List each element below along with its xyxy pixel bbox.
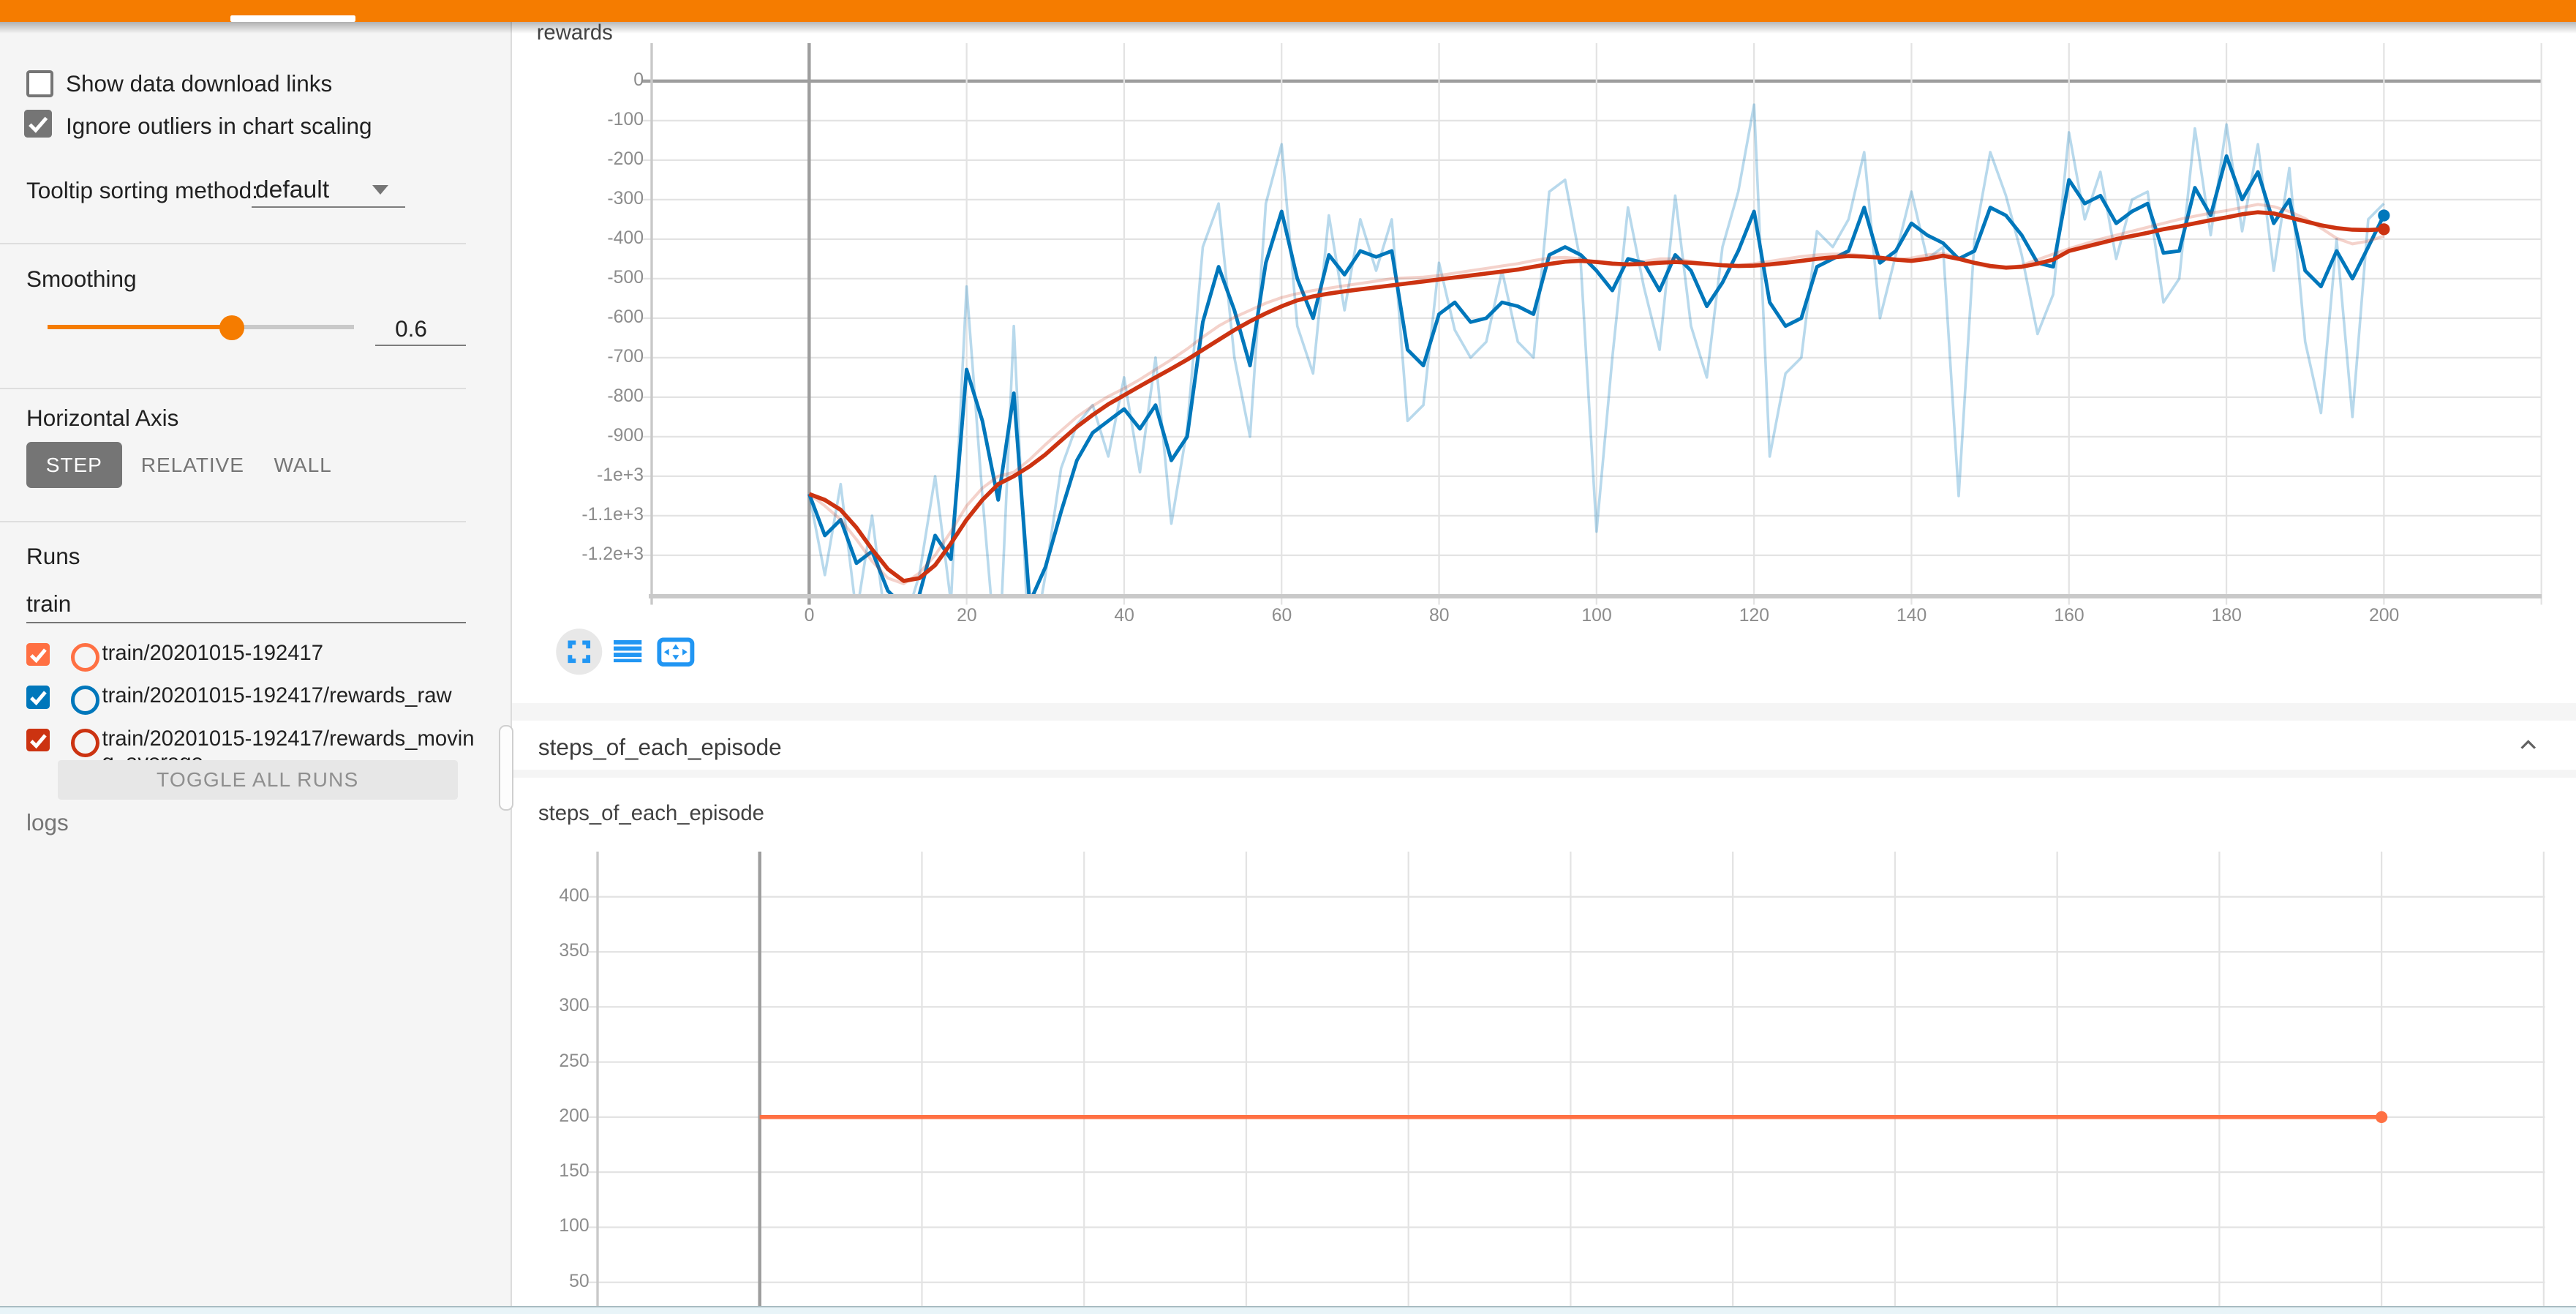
fit-domain-icon[interactable] bbox=[657, 637, 695, 667]
run-radio[interactable] bbox=[71, 729, 99, 757]
chevron-down-icon[interactable] bbox=[372, 185, 388, 195]
x-tick-label: 60 bbox=[1246, 606, 1318, 626]
ignore-outliers-label: Ignore outliers in chart scaling bbox=[66, 113, 372, 140]
x-tick-label: 0 bbox=[773, 606, 846, 626]
y-tick-label: -400 bbox=[538, 228, 644, 249]
divider bbox=[0, 521, 466, 522]
chevron-up-icon[interactable] bbox=[2517, 734, 2540, 757]
runs-filter-input[interactable]: train bbox=[26, 590, 71, 617]
ignore-outliers-checkbox[interactable] bbox=[24, 110, 52, 138]
smoothing-slider-thumb[interactable] bbox=[219, 315, 244, 340]
y-tick-label: -600 bbox=[538, 307, 644, 328]
section-header-steps-of-each-episode[interactable]: steps_of_each_episode bbox=[512, 721, 2576, 770]
section-header-title: steps_of_each_episode bbox=[538, 734, 782, 761]
steps-chart-plot[interactable] bbox=[598, 852, 2576, 1314]
x-tick-label: 160 bbox=[2033, 606, 2105, 626]
check-icon bbox=[24, 110, 52, 138]
run-name: train/20201015-192417/rewards_raw bbox=[102, 684, 478, 708]
settings-sidebar: Show data download links Ignore outliers… bbox=[0, 22, 512, 1314]
runs-footer-logs: logs bbox=[26, 809, 69, 836]
show-download-links-label: Show data download links bbox=[66, 70, 332, 97]
y-tick-label: -1.1e+3 bbox=[538, 505, 644, 525]
smoothing-label: Smoothing bbox=[26, 266, 137, 293]
run-name: train/20201015-192417 bbox=[102, 642, 478, 666]
rewards-chart-toolbar bbox=[537, 627, 718, 677]
smoothing-slider-fill bbox=[48, 325, 232, 329]
y-tick-label: -700 bbox=[538, 347, 644, 367]
run-checkbox[interactable] bbox=[26, 729, 50, 752]
active-tab-indicator bbox=[230, 15, 355, 22]
y-tick-label: -900 bbox=[538, 426, 644, 446]
tooltip-sort-underline bbox=[252, 206, 404, 208]
smoothing-value-underline bbox=[375, 345, 466, 346]
x-tick-label: 40 bbox=[1088, 606, 1161, 626]
rewards-chart-plot[interactable] bbox=[652, 43, 2542, 595]
x-tick-label: 20 bbox=[930, 606, 1003, 626]
x-tick-label: 180 bbox=[2191, 606, 2263, 626]
tooltip-sort-label: Tooltip sorting method: bbox=[26, 177, 258, 204]
run-radio[interactable] bbox=[71, 643, 99, 672]
y-tick-label: -200 bbox=[538, 149, 644, 170]
sidebar-scrollbar-thumb[interactable] bbox=[499, 725, 513, 811]
y-tick-label: -800 bbox=[538, 386, 644, 407]
y-tick-label: -500 bbox=[538, 268, 644, 288]
show-download-links-checkbox[interactable] bbox=[26, 70, 53, 97]
tooltip-sort-dropdown[interactable]: default bbox=[255, 176, 329, 204]
run-checkbox[interactable] bbox=[26, 686, 50, 709]
runs-filter-underline bbox=[26, 622, 466, 623]
divider bbox=[0, 243, 466, 244]
run-radio[interactable] bbox=[71, 686, 99, 714]
app-header-bar bbox=[0, 0, 2576, 22]
y-tick-label: -1.2e+3 bbox=[538, 544, 644, 565]
x-axis-line bbox=[649, 594, 2542, 598]
y-tick-label: 0 bbox=[538, 70, 644, 91]
x-tick-label: 200 bbox=[2348, 606, 2420, 626]
smoothing-value[interactable]: 0.6 bbox=[395, 315, 427, 342]
rewards-chart-title: rewards bbox=[537, 21, 613, 45]
tensorboard-app: Show data download links Ignore outliers… bbox=[0, 0, 2576, 1314]
axis-option-relative[interactable]: RELATIVE bbox=[138, 442, 247, 488]
y-tick-label: -300 bbox=[538, 189, 644, 209]
fullscreen-icon[interactable] bbox=[554, 627, 604, 677]
steps-chart-title: steps_of_each_episode bbox=[538, 802, 764, 826]
horizontal-scrollbar[interactable] bbox=[0, 1306, 2576, 1314]
x-tick-label: 80 bbox=[1403, 606, 1475, 626]
toggle-all-runs-button[interactable]: TOGGLE ALL RUNS bbox=[58, 760, 458, 800]
y-tick-label: -1e+3 bbox=[538, 465, 644, 486]
divider bbox=[0, 388, 466, 389]
data-lines-icon[interactable] bbox=[614, 640, 641, 664]
x-tick-label: 140 bbox=[1875, 606, 1948, 626]
run-checkbox[interactable] bbox=[26, 643, 50, 667]
horizontal-axis-label: Horizontal Axis bbox=[26, 405, 178, 432]
axis-option-wall[interactable]: WALL bbox=[260, 442, 346, 488]
axis-option-step[interactable]: STEP bbox=[26, 442, 122, 488]
y-tick-label: -100 bbox=[538, 110, 644, 130]
runs-label: Runs bbox=[26, 543, 80, 570]
x-tick-label: 100 bbox=[1561, 606, 1633, 626]
x-tick-label: 120 bbox=[1718, 606, 1790, 626]
